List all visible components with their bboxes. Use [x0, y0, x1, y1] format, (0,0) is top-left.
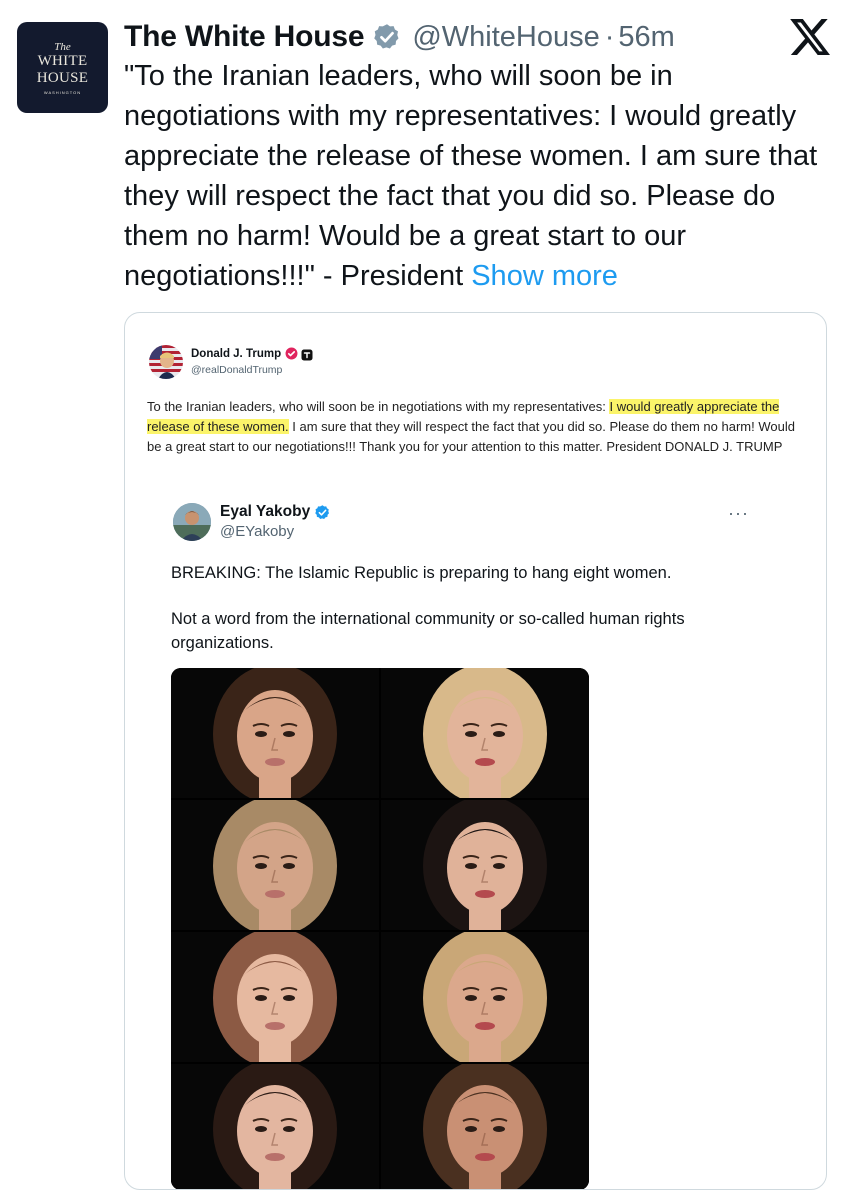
- portrait-photo: [171, 932, 379, 1062]
- portrait-photo: [381, 932, 589, 1062]
- portrait-photo: [381, 800, 589, 930]
- white-house-avatar[interactable]: The WHITE HOUSE WASHINGTON: [17, 22, 108, 113]
- x-logo-icon[interactable]: [790, 17, 830, 57]
- trump-name-row: Donald J. Trump: [191, 347, 313, 360]
- author-display-name[interactable]: The White House: [124, 20, 365, 54]
- post-header: The White House @WhiteHouse · 56m: [124, 18, 675, 56]
- portrait-photo: [171, 668, 379, 798]
- trump-avatar: [149, 345, 183, 379]
- author-handle[interactable]: @WhiteHouse: [412, 21, 599, 54]
- eyal-name-row: Eyal Yakoby: [220, 503, 331, 521]
- post-text: "To the Iranian leaders, who will soon b…: [124, 56, 836, 296]
- portrait-figure: [381, 668, 589, 798]
- avatar-text-washington: WASHINGTON: [43, 89, 82, 95]
- eyal-avatar: [173, 503, 211, 541]
- header-separator: ·: [604, 20, 615, 53]
- trump-handle: @realDonaldTrump: [191, 364, 283, 376]
- avatar-text-white: WHITE: [37, 52, 88, 69]
- portrait-photo-grid: [171, 668, 589, 1189]
- portrait-figure: [171, 668, 379, 798]
- gray-verified-badge-icon: [372, 22, 402, 52]
- red-verified-badge-icon: [285, 347, 298, 360]
- trump-text-before: To the Iranian leaders, who will soon be…: [147, 399, 610, 414]
- post-timestamp[interactable]: 56m: [618, 21, 674, 54]
- avatar-text-house: HOUSE: [36, 69, 89, 86]
- portrait-figure: [171, 800, 379, 930]
- eyal-handle: @EYakoby: [220, 523, 295, 540]
- eyal-paragraph-2: Not a word from the international commun…: [171, 610, 685, 652]
- blue-verified-badge-icon: [314, 504, 331, 521]
- portrait-figure: [381, 932, 589, 1062]
- more-options-icon: ···: [728, 503, 749, 523]
- trump-display-name: Donald J. Trump: [191, 347, 282, 360]
- eyal-display-name: Eyal Yakoby: [220, 503, 311, 520]
- portrait-figure: [381, 1064, 589, 1189]
- trump-post-text: To the Iranian leaders, who will soon be…: [147, 397, 807, 457]
- show-more-link[interactable]: Show more: [471, 260, 618, 292]
- embedded-image-card[interactable]: Donald J. Trump @realDonaldTrump To the …: [124, 312, 827, 1190]
- eyal-post-text: BREAKING: The Islamic Republic is prepar…: [171, 561, 771, 655]
- portrait-photo: [171, 800, 379, 930]
- portrait-figure: [171, 932, 379, 1062]
- portrait-photo: [381, 1064, 589, 1189]
- post-body: "To the Iranian leaders, who will soon b…: [124, 60, 818, 292]
- portrait-photo: [171, 1064, 379, 1189]
- portrait-photo: [381, 668, 589, 798]
- portrait-figure: [171, 1064, 379, 1189]
- portrait-figure: [381, 800, 589, 930]
- truth-social-badge-icon: [301, 348, 313, 360]
- eyal-paragraph-1: BREAKING: The Islamic Republic is prepar…: [171, 564, 672, 582]
- avatar-text-the: The: [54, 40, 71, 53]
